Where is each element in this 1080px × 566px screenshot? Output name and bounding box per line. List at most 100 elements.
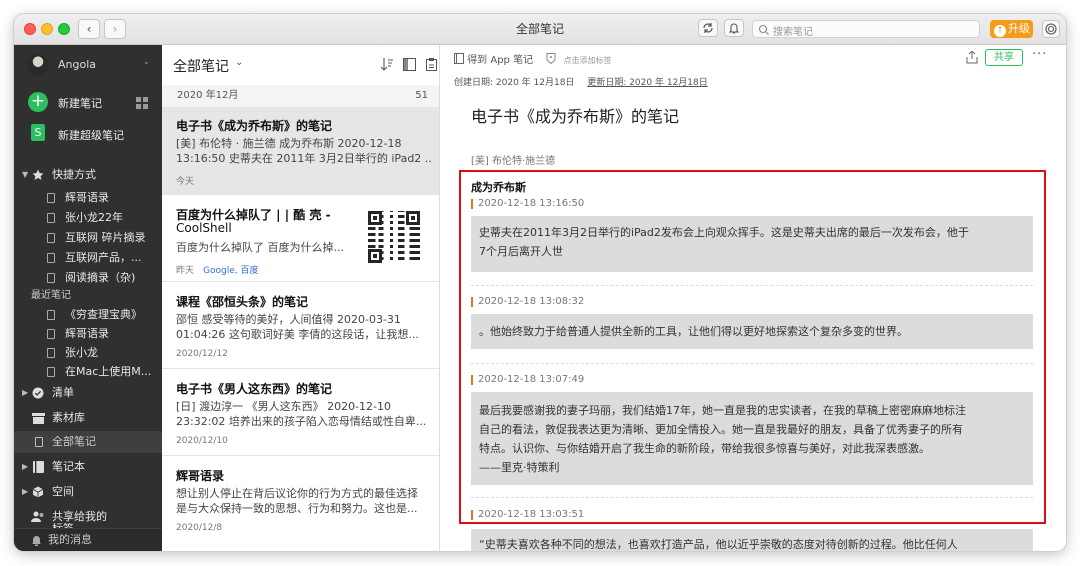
- note-title[interactable]: 电子书《成为乔布斯》的笔记: [471, 103, 679, 127]
- sidebar-item-materials[interactable]: 素材库: [14, 408, 162, 428]
- note-icon: [47, 348, 55, 358]
- sidebar-item-label: 素材库: [52, 411, 85, 424]
- note-snippet: 百度为什么掉队了 百度为什么掉...: [176, 241, 344, 254]
- sidebar-item-label: 张小龙22年: [65, 211, 123, 224]
- more-options-icon[interactable]: ···: [1032, 47, 1047, 62]
- note-list-title[interactable]: 全部笔记: [173, 56, 229, 76]
- bell-icon: [32, 536, 41, 546]
- minimize-window-button[interactable]: [41, 23, 53, 35]
- note-date: 昨天: [176, 266, 195, 276]
- sidebar-item-recent[interactable]: 辉哥语录: [14, 324, 162, 344]
- search-input[interactable]: 搜索笔记: [752, 20, 980, 38]
- spiral-icon: [1045, 23, 1057, 35]
- caret-right-icon: ▶: [22, 462, 29, 471]
- sidebar-item-shortcut[interactable]: 阅读摘录（杂): [14, 268, 162, 288]
- forward-button[interactable]: ›: [104, 19, 126, 39]
- notification-button[interactable]: [724, 19, 744, 37]
- note-card[interactable]: 百度为什么掉队了 | | 酷 壳 - CoolShell 百度为什么掉队了 百度…: [162, 195, 439, 282]
- notebook-icon: [454, 53, 464, 64]
- note-icon: [47, 310, 55, 320]
- note-icon: [47, 233, 55, 243]
- super-note-icon[interactable]: S: [31, 124, 45, 141]
- sidebar-item-shortcut[interactable]: 张小龙22年: [14, 208, 162, 228]
- note-icon: [35, 437, 43, 447]
- sidebar-item-label: 在Mac上使用M...: [65, 365, 152, 378]
- sort-icon[interactable]: [381, 58, 393, 71]
- group-count: 51: [415, 90, 428, 101]
- share-upload-icon[interactable]: [966, 51, 978, 64]
- close-window-button[interactable]: [24, 23, 36, 35]
- avatar[interactable]: [27, 54, 49, 76]
- sync-button[interactable]: [698, 19, 718, 37]
- user-name[interactable]: Angola: [58, 58, 96, 71]
- sidebar-item-label: 全部笔记: [52, 435, 96, 448]
- note-card[interactable]: 课程《邵恒头条》的笔记 邵恒 感受等待的美好，人间值得 2020-03-31 0…: [162, 282, 439, 369]
- sidebar-item-recent[interactable]: 《穷查理宝典》: [14, 305, 162, 325]
- note-snippet: 23:32:02 培养出来的孩子陷入恋母情结或性自卑...: [176, 415, 427, 428]
- note-title-cont: CoolShell: [176, 221, 232, 235]
- note-snippet: 想让别人停止在背后议论你的行为方式的最佳选择: [176, 487, 418, 500]
- chevron-down-icon[interactable]: ⌄: [235, 57, 243, 68]
- search-placeholder: 搜索笔记: [773, 27, 813, 38]
- chevron-down-icon[interactable]: ⌄: [143, 57, 150, 66]
- sidebar-item-checklist[interactable]: ▶ 清单: [14, 383, 162, 403]
- sidebar-section-label: 最近笔记: [31, 290, 71, 301]
- sidebar-item-recent[interactable]: 张小龙: [14, 343, 162, 363]
- sidebar-item-shortcut[interactable]: 互联网产品，...: [14, 248, 162, 268]
- note-date: 2020/12/8: [176, 523, 223, 533]
- view-toggle-icon[interactable]: [403, 58, 416, 71]
- sidebar-item-label: 空间: [52, 485, 74, 498]
- sidebar-item-all-notes[interactable]: 全部笔记: [14, 431, 162, 453]
- plus-icon[interactable]: +: [28, 92, 48, 112]
- sidebar-item-label: 互联网 碎片摘录: [65, 231, 146, 244]
- quote-line: “史蒂夫喜欢各种不同的想法，也喜欢打造产品，他以近乎崇敬的态度对待创新的过程。他…: [479, 538, 958, 551]
- editor-toolbar: 得到 App 笔记 点击添加标签: [454, 51, 611, 66]
- note-metadata: 创建日期: 2020 年 12月18日 更新日期: 2020 年 12月18日: [454, 75, 718, 88]
- note-snippet: 是与大众保持一致的思想、行为和努力。这也是...: [176, 502, 418, 515]
- note-card[interactable]: 电子书《男人这东西》的笔记 [日] 渡边淳一 《男人这东西》 2020-12-1…: [162, 369, 439, 456]
- sidebar-item-label: 笔记本: [52, 460, 85, 473]
- clipboard-icon[interactable]: [426, 58, 437, 71]
- new-super-note-button[interactable]: 新建超级笔记: [58, 127, 124, 143]
- share-button[interactable]: 共享: [985, 49, 1023, 66]
- annotation-highlight-box: [459, 170, 1046, 524]
- sidebar-item-spaces[interactable]: ▶ 空间: [14, 482, 162, 502]
- updated-date[interactable]: 更新日期: 2020 年 12月18日: [587, 78, 707, 88]
- sidebar-section-label: 快捷方式: [52, 168, 96, 181]
- sidebar-item-label: 辉哥语录: [65, 327, 109, 340]
- new-note-button[interactable]: 新建笔记: [58, 95, 102, 111]
- sidebar-item-notebooks[interactable]: ▶ 笔记本: [14, 457, 162, 477]
- grid-icon[interactable]: [136, 97, 148, 109]
- back-button[interactable]: ‹: [78, 19, 100, 39]
- note-icon: [47, 329, 55, 339]
- note-group-header: 2020 年12月 51: [162, 85, 439, 107]
- arrow-up-icon: ↑: [994, 25, 1006, 37]
- sidebar-item-label: 辉哥语录: [65, 191, 109, 204]
- messages-bar[interactable]: 我的消息: [14, 528, 162, 551]
- note-list-header: 全部笔记 ⌄: [162, 45, 439, 83]
- sidebar-section-shortcuts[interactable]: ▼ 快捷方式: [14, 165, 162, 185]
- notebook-selector[interactable]: 得到 App 笔记: [467, 55, 533, 66]
- highlight-quote[interactable]: “史蒂夫喜欢各种不同的想法，也喜欢打造产品，他以近乎崇敬的态度对待创新的过程。他…: [471, 529, 1033, 551]
- sidebar-item-shortcut[interactable]: 辉哥语录: [14, 188, 162, 208]
- sidebar-item-label: 清单: [52, 386, 74, 399]
- caret-right-icon: ▶: [22, 487, 29, 496]
- account-button[interactable]: [1042, 20, 1060, 38]
- note-tags[interactable]: Google, 百度: [203, 263, 258, 276]
- sidebar-item-recent[interactable]: 在Mac上使用M...: [14, 362, 162, 382]
- note-card[interactable]: 辉哥语录 想让别人停止在背后议论你的行为方式的最佳选择 是与大众保持一致的思想、…: [162, 456, 439, 551]
- created-date: 创建日期: 2020 年 12月18日: [454, 78, 575, 88]
- upgrade-button[interactable]: ↑ 升级: [990, 20, 1033, 38]
- note-icon: [47, 193, 55, 203]
- note-icon: [47, 367, 55, 377]
- zoom-window-button[interactable]: [58, 23, 70, 35]
- note-snippet: [美] 布伦特 · 施兰德 成为乔布斯 2020-12-18: [176, 137, 402, 150]
- note-title: 课程《邵恒头条》的笔记: [176, 295, 309, 309]
- sync-icon: [703, 23, 713, 33]
- note-card[interactable]: 电子书《成为乔布斯》的笔记 [美] 布伦特 · 施兰德 成为乔布斯 2020-1…: [162, 107, 439, 195]
- add-tag-input[interactable]: 点击添加标签: [563, 56, 611, 65]
- check-circle-icon: [32, 387, 44, 399]
- people-icon: [31, 511, 44, 522]
- title-bar: ‹ › 全部笔记 搜索笔记 ↑ 升级: [14, 14, 1066, 45]
- sidebar-item-shortcut[interactable]: 互联网 碎片摘录: [14, 228, 162, 248]
